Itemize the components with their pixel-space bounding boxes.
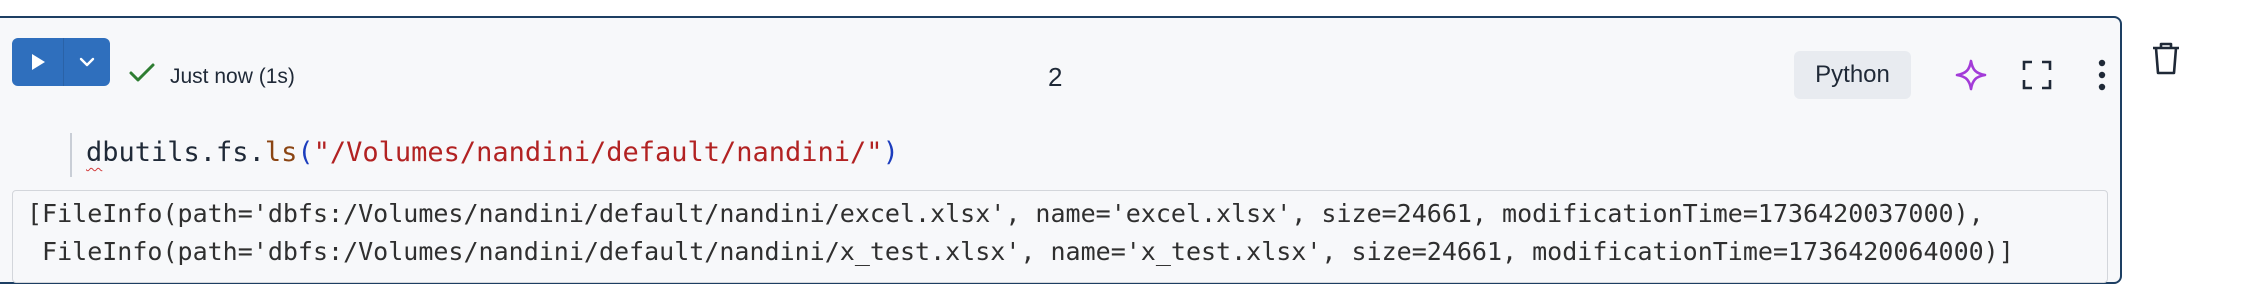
run-options-button[interactable] bbox=[63, 38, 110, 86]
fullscreen-button[interactable] bbox=[2017, 55, 2057, 95]
code-close-paren: ) bbox=[882, 137, 899, 168]
output-line: FileInfo(path='dbfs:/Volumes/nandini/def… bbox=[27, 237, 2014, 266]
code-function: ls bbox=[264, 137, 298, 168]
delete-cell-button[interactable] bbox=[2146, 38, 2186, 78]
check-icon bbox=[129, 63, 155, 82]
kebab-icon bbox=[2098, 59, 2106, 91]
run-cell-button[interactable] bbox=[12, 38, 63, 86]
more-options-button[interactable] bbox=[2082, 55, 2122, 95]
code-string-argument: "/Volumes/nandini/default/nandini/" bbox=[313, 137, 883, 168]
run-button-group bbox=[12, 38, 110, 86]
expand-icon bbox=[2022, 60, 2052, 90]
notebook-cell[interactable]: Just now (1s) 2 Python dbutils.fs.ls("/V… bbox=[0, 16, 2122, 284]
cell-output: [FileInfo(path='dbfs:/Volumes/nandini/de… bbox=[12, 190, 2108, 283]
execution-count: 2 bbox=[1048, 62, 1063, 92]
code-object-first-char: d bbox=[86, 137, 103, 168]
output-line: [FileInfo(path='dbfs:/Volumes/nandini/de… bbox=[27, 199, 1984, 228]
code-object: butils.fs. bbox=[102, 137, 265, 168]
code-editor[interactable]: dbutils.fs.ls("/Volumes/nandini/default/… bbox=[86, 136, 899, 170]
play-icon bbox=[31, 54, 45, 70]
code-gutter bbox=[70, 133, 72, 177]
trash-icon bbox=[2153, 42, 2179, 75]
chevron-down-icon bbox=[80, 57, 95, 67]
assistant-button[interactable] bbox=[1951, 55, 1991, 95]
sparkle-icon bbox=[1955, 59, 1987, 91]
execution-status: Just now (1s) bbox=[170, 65, 295, 88]
code-open-paren: ( bbox=[297, 137, 314, 168]
language-selector[interactable]: Python bbox=[1794, 51, 1911, 99]
